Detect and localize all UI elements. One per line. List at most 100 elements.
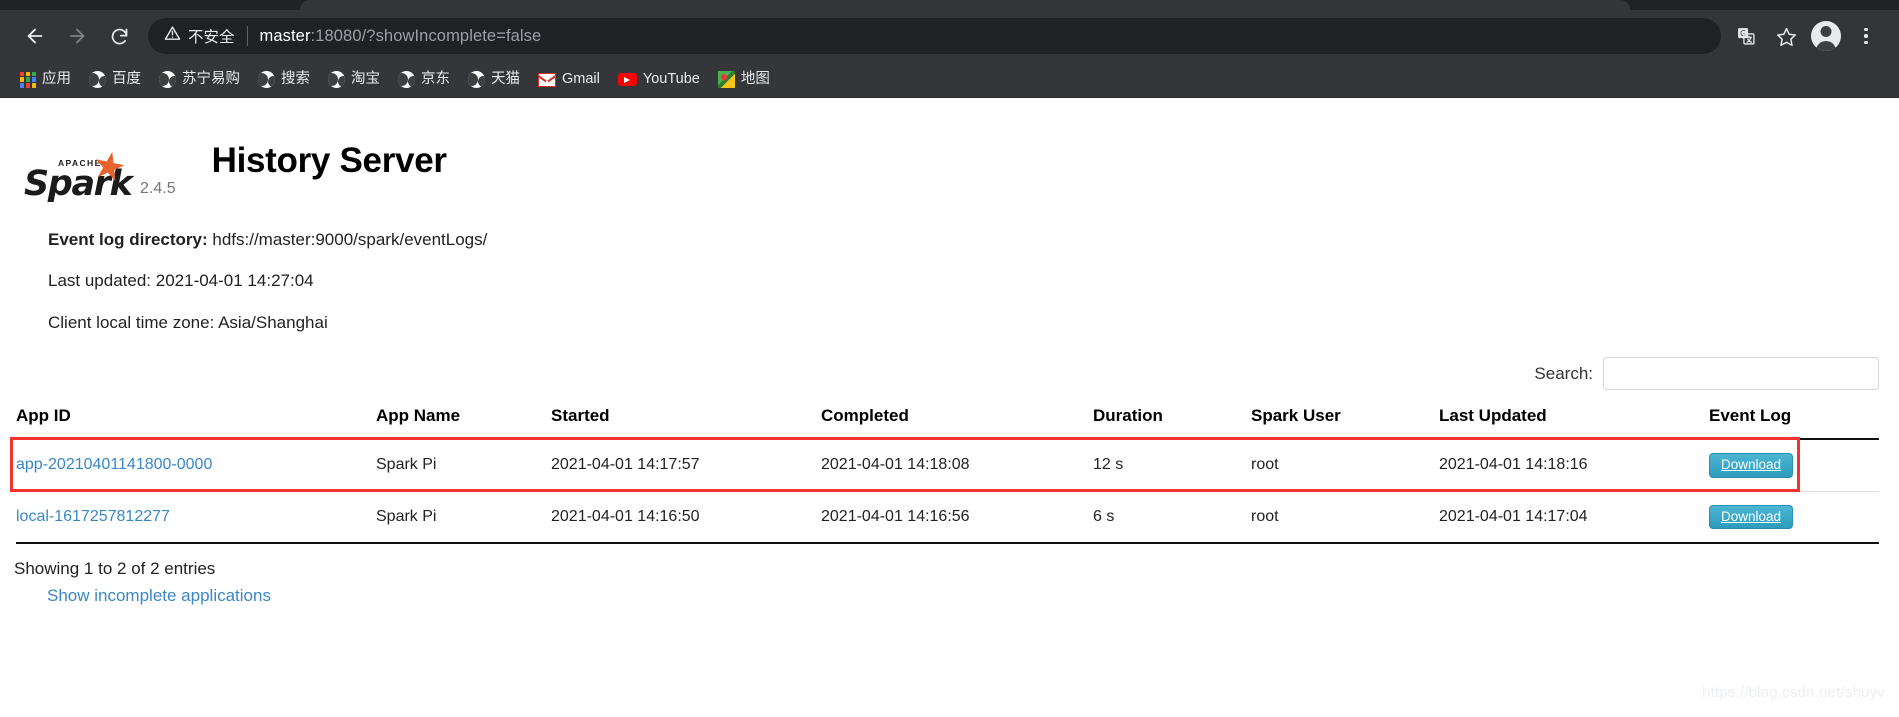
globe-icon [89, 71, 106, 88]
applications-table: App ID App Name Started Completed Durati… [16, 406, 1879, 545]
back-button[interactable] [14, 15, 56, 57]
bookmark-label: YouTube [642, 71, 700, 88]
address-bar[interactable]: 不安全 master:18080/?showIncomplete=false [148, 18, 1721, 54]
cell-started: 2021-04-01 14:16:50 [551, 491, 821, 545]
download-button[interactable]: Download [1709, 453, 1794, 478]
chrome-menu-icon[interactable] [1847, 17, 1885, 55]
event-log-directory-value: hdfs://master:9000/spark/eventLogs/ [212, 229, 488, 249]
bookmark-label: 苏宁易购 [182, 71, 240, 88]
cell-last-updated: 2021-04-01 14:17:04 [1439, 491, 1709, 545]
url-host: master [259, 26, 311, 45]
time-zone-line: Client local time zone: Asia/Shanghai [48, 312, 328, 332]
translate-icon[interactable]: G [1727, 17, 1765, 55]
cell-duration: 6 s [1093, 491, 1251, 545]
col-header-started[interactable]: Started [551, 406, 821, 441]
page-title: History Server [211, 141, 447, 181]
url-text: master:18080/?showIncomplete=false [260, 27, 542, 46]
search-label: Search: [1534, 363, 1593, 383]
col-header-event-log[interactable]: Event Log [1709, 406, 1879, 441]
bookmark-youtube[interactable]: YouTube [609, 67, 709, 92]
bookmark-maps[interactable]: 地图 [709, 66, 779, 93]
globe-icon [328, 71, 345, 88]
avatar-body [1816, 41, 1836, 51]
bookmark-suning[interactable]: 苏宁易购 [150, 66, 249, 93]
kebab-dots [1864, 27, 1868, 45]
cell-duration: 12 s [1093, 439, 1251, 492]
profile-avatar[interactable] [1807, 17, 1845, 55]
cell-app-name: Spark Pi [376, 491, 551, 545]
col-header-completed[interactable]: Completed [821, 406, 1093, 441]
spark-logo-icon: APACHE Spark ★ [24, 143, 136, 204]
col-header-duration[interactable]: Duration [1093, 406, 1251, 441]
show-incomplete-applications-link[interactable]: Show incomplete applications [47, 586, 271, 606]
bookmark-label: 京东 [421, 71, 450, 88]
apps-grid-icon [20, 71, 36, 88]
reload-icon [109, 26, 130, 47]
cell-completed: 2021-04-01 14:16:56 [821, 491, 1093, 545]
table-head: App ID App Name Started Completed Durati… [16, 406, 1879, 441]
youtube-icon [617, 72, 637, 87]
bookmark-jd[interactable]: 京东 [389, 66, 459, 93]
last-updated-line: Last updated: 2021-04-01 14:27:04 [48, 271, 314, 291]
app-id-link[interactable]: local-1617257812277 [16, 508, 170, 525]
bookmarks-bar: 应用 百度 苏宁易购 搜索 淘宝 京东 天猫 Gmail YouTube 地图 [0, 62, 1899, 98]
cell-event-log: Download [1709, 491, 1879, 545]
spark-history-server-page: APACHE Spark ★ 2.4.5 History Server Even… [0, 98, 1899, 717]
search-input[interactable] [1603, 357, 1879, 391]
toolbar-actions: G [1727, 17, 1885, 55]
bookmark-label: 天猫 [491, 71, 520, 88]
col-header-app-name[interactable]: App Name [376, 406, 551, 441]
warning-triangle-icon [164, 25, 181, 47]
bookmark-search[interactable]: 搜索 [249, 66, 319, 93]
bookmark-apps[interactable]: 应用 [11, 67, 80, 93]
map-icon [717, 71, 735, 88]
bookmark-tmall[interactable]: 天猫 [459, 66, 529, 93]
bookmark-star-icon[interactable] [1767, 17, 1805, 55]
cell-event-log: Download [1709, 439, 1879, 492]
security-label: 不安全 [188, 29, 235, 46]
back-arrow-icon [24, 25, 46, 47]
bookmark-label: 应用 [42, 71, 71, 88]
showing-entries-text: Showing 1 to 2 of 2 entries [14, 559, 216, 579]
event-log-directory-label: Event log directory: [48, 229, 208, 249]
active-tab[interactable] [300, 0, 1630, 10]
bookmark-label: 百度 [112, 71, 141, 88]
forward-button[interactable] [56, 15, 98, 57]
cell-app-name: Spark Pi [376, 439, 551, 492]
table-footer: Showing 1 to 2 of 2 entries Show incompl… [14, 558, 1899, 606]
avatar [1811, 21, 1841, 51]
col-header-spark-user[interactable]: Spark User [1251, 406, 1439, 441]
bookmark-label: 地图 [740, 71, 770, 88]
col-header-last-updated[interactable]: Last Updated [1439, 406, 1709, 441]
bookmark-baidu[interactable]: 百度 [80, 66, 150, 93]
spark-version: 2.4.5 [140, 179, 176, 197]
globe-icon [258, 71, 275, 88]
col-header-app-id[interactable]: App ID [16, 406, 376, 441]
cell-spark-user: root [1251, 439, 1439, 492]
avatar-head [1820, 26, 1832, 37]
table-header-row: App ID App Name Started Completed Durati… [16, 406, 1879, 441]
globe-icon [468, 71, 485, 88]
cell-spark-user: root [1251, 491, 1439, 545]
globe-icon [398, 71, 415, 88]
bookmark-label: 淘宝 [351, 71, 380, 88]
cell-app-id: local-1617257812277 [16, 491, 376, 545]
bookmark-label: 搜索 [281, 71, 310, 88]
reload-button[interactable] [98, 15, 140, 57]
security-status[interactable]: 不安全 [164, 25, 235, 47]
download-button[interactable]: Download [1709, 504, 1794, 530]
bookmark-taobao[interactable]: 淘宝 [319, 66, 389, 93]
omnibox-divider [246, 26, 248, 46]
bookmark-gmail[interactable]: Gmail [529, 67, 609, 92]
spark-logo-block[interactable]: APACHE Spark ★ 2.4.5 [24, 143, 176, 204]
tab-strip [0, 0, 1899, 10]
watermark: https://blog.csdn.net/shuyv [1701, 684, 1885, 701]
server-metadata: Event log directory: hdfs://master:9000/… [48, 230, 1899, 333]
search-row: Search: [0, 357, 1899, 391]
bookmark-label: Gmail [562, 71, 600, 88]
cell-started: 2021-04-01 14:17:57 [551, 439, 821, 492]
globe-icon [159, 71, 176, 88]
forward-arrow-icon [66, 25, 88, 47]
app-id-link[interactable]: app-20210401141800-0000 [16, 456, 212, 473]
cell-completed: 2021-04-01 14:18:08 [821, 439, 1093, 492]
